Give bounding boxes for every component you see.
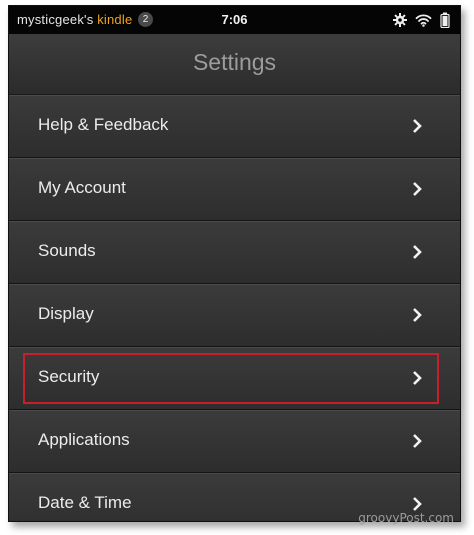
menu-item-my-account[interactable]: My Account [9, 158, 460, 221]
menu-item-label: Security [38, 367, 100, 386]
chevron-right-icon [412, 307, 422, 328]
wifi-icon[interactable] [415, 13, 432, 27]
menu-item-label: Applications [38, 430, 130, 449]
status-bar: mysticgeek's kindle 2 7:06 [9, 6, 460, 34]
menu-item-help-feedback[interactable]: Help & Feedback [9, 95, 460, 158]
page-title: Settings [192, 49, 277, 75]
watermark: groovyPost.com [358, 511, 454, 525]
menu-item-security[interactable]: Security [9, 347, 460, 410]
chevron-right-icon [412, 181, 422, 202]
battery-icon[interactable] [440, 12, 450, 28]
kindle-screen: mysticgeek's kindle 2 7:06 Settings Help… [8, 5, 461, 522]
menu-item-display[interactable]: Display [9, 284, 460, 347]
settings-menu: Help & Feedback My Account Sounds Displa… [9, 95, 460, 521]
chevron-right-icon [412, 244, 422, 265]
menu-item-label: Date & Time [38, 493, 132, 512]
menu-item-sounds[interactable]: Sounds [9, 221, 460, 284]
title-bar: Settings [9, 34, 460, 95]
menu-item-label: Help & Feedback [38, 115, 169, 134]
menu-item-label: Display [38, 304, 94, 323]
chevron-right-icon [412, 433, 422, 454]
menu-item-label: Sounds [38, 241, 96, 260]
menu-item-applications[interactable]: Applications [9, 410, 460, 473]
chevron-right-icon [412, 118, 422, 139]
gear-icon[interactable] [393, 13, 407, 27]
menu-item-label: My Account [38, 178, 126, 197]
status-icons [393, 11, 450, 29]
chevron-right-icon [412, 370, 422, 391]
